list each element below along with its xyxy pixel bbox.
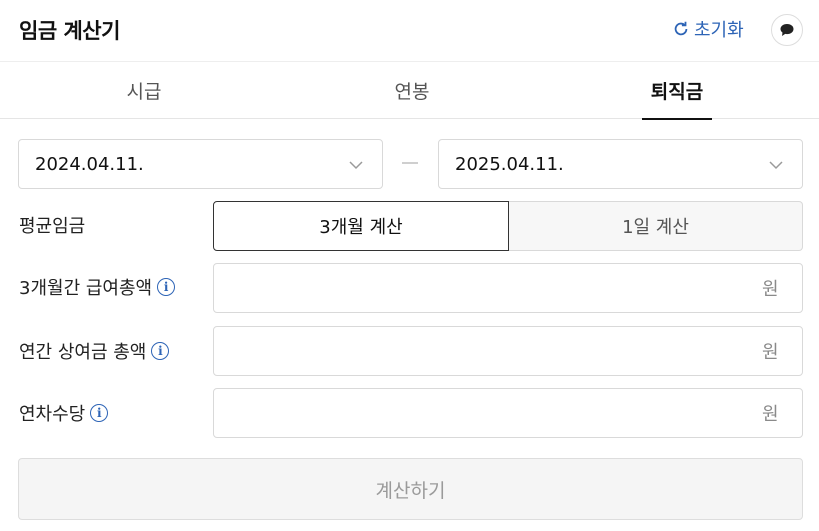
annual-leave-pay-field[interactable]: 원 <box>213 388 803 438</box>
header: 임금 계산기 초기화 <box>0 0 819 62</box>
info-icon[interactable]: i <box>90 404 109 422</box>
tab-hourly[interactable]: 시급 <box>104 62 184 119</box>
three-month-option[interactable]: 3개월 계산 <box>213 201 509 251</box>
field-label-three-month-pay: 3개월간 급여총액 i <box>19 274 176 300</box>
one-day-option[interactable]: 1일 계산 <box>509 201 803 251</box>
three-month-pay-field[interactable]: 원 <box>213 263 803 313</box>
average-wage-label-text: 평균임금 <box>19 216 86 237</box>
tab-annual-salary[interactable]: 연봉 <box>372 62 452 119</box>
unit-label: 원 <box>762 279 779 300</box>
field-label-text: 연차수당 <box>19 404 86 425</box>
refresh-icon <box>674 21 688 36</box>
field-label-text: 3개월간 급여총액 <box>19 278 153 299</box>
unit-label: 원 <box>762 342 779 363</box>
three-month-pay-input[interactable] <box>214 264 762 312</box>
info-icon[interactable]: i <box>157 278 176 296</box>
chevron-down-icon <box>769 161 783 170</box>
feedback-button[interactable] <box>771 14 803 46</box>
tab-severance[interactable]: 퇴직금 <box>642 62 712 120</box>
end-date-select[interactable]: 2025.04.11. <box>438 139 803 189</box>
field-label-text: 연간 상여금 총액 <box>19 342 147 363</box>
annual-leave-pay-input[interactable] <box>214 389 762 437</box>
chat-bubble-icon <box>780 24 794 36</box>
annual-bonus-field[interactable]: 원 <box>213 326 803 376</box>
tab-bar: 시급 연봉 퇴직금 <box>0 62 819 120</box>
field-label-annual-bonus: 연간 상여금 총액 i <box>19 338 170 364</box>
page-title: 임금 계산기 <box>19 19 120 43</box>
start-date-value: 2024.04.11. <box>35 153 144 175</box>
chevron-down-icon <box>349 161 363 170</box>
unit-label: 원 <box>762 404 779 425</box>
date-range-separator <box>402 162 418 164</box>
calculate-button[interactable]: 계산하기 <box>18 458 803 520</box>
field-label-annual-leave-pay: 연차수당 i <box>19 400 109 426</box>
reset-button[interactable]: 초기화 <box>672 16 744 42</box>
start-date-select[interactable]: 2024.04.11. <box>18 139 383 189</box>
average-wage-toggle: 3개월 계산 1일 계산 <box>213 201 803 251</box>
info-icon[interactable]: i <box>151 342 170 360</box>
end-date-value: 2025.04.11. <box>455 153 564 175</box>
reset-label: 초기화 <box>694 20 744 41</box>
average-wage-label: 평균임금 <box>19 212 85 238</box>
annual-bonus-input[interactable] <box>214 327 762 375</box>
